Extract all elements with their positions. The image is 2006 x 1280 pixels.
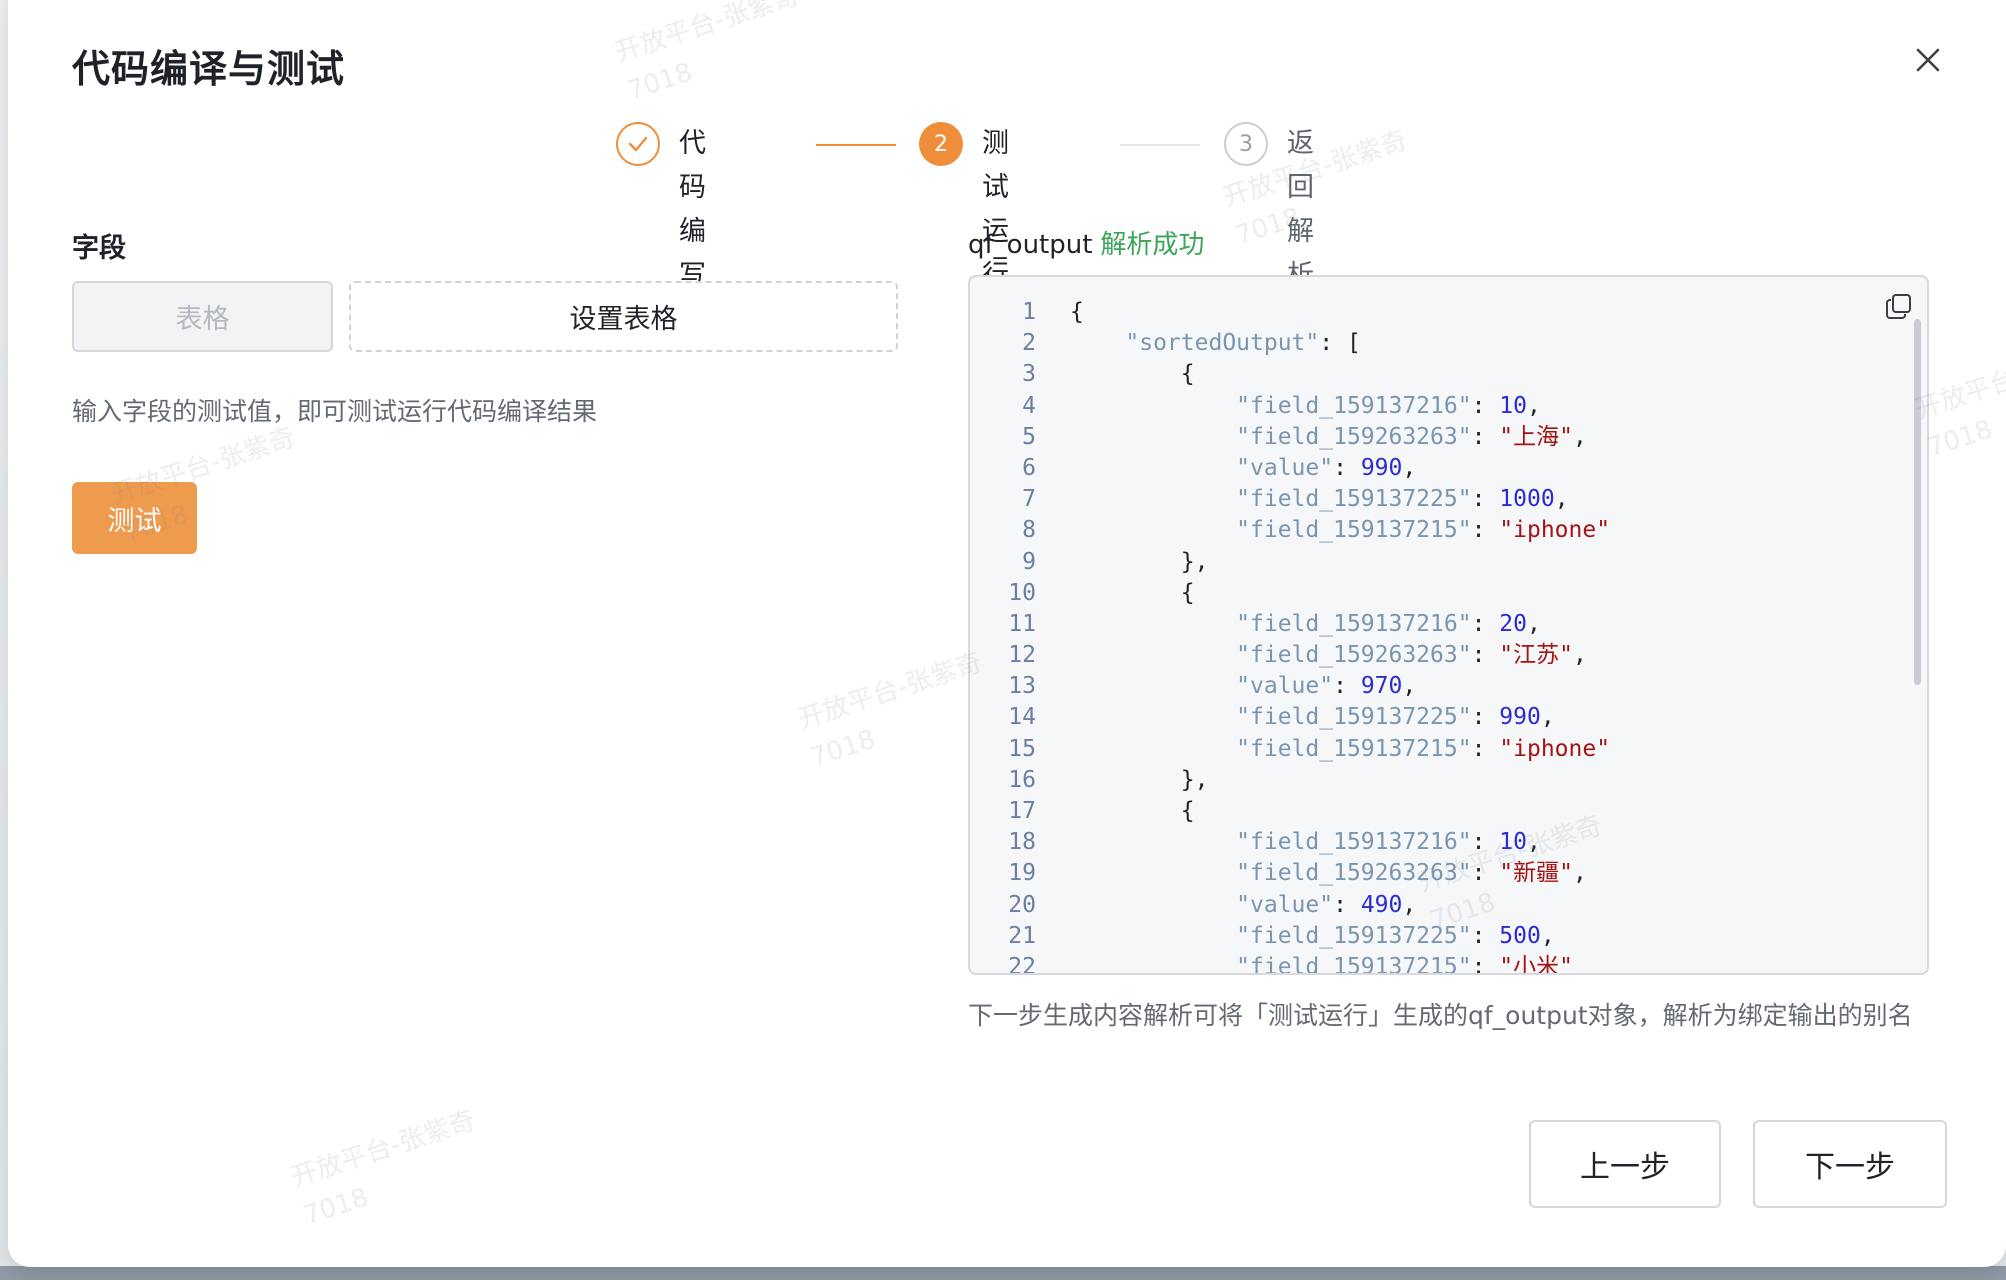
test-button[interactable]: 测试 [72, 482, 197, 554]
line-number: 18 [1008, 829, 1036, 856]
line-number: 10 [1008, 579, 1036, 606]
field-section-label: 字段 [72, 233, 126, 264]
step-3-number: 3 [1224, 122, 1268, 166]
step-2-label: 测试运行 [982, 128, 1009, 291]
prev-step-button[interactable]: 上一步 [1529, 1120, 1721, 1208]
copy-icon[interactable] [1884, 291, 1914, 321]
code-text: "field_159263263": "江苏", [1236, 642, 1587, 669]
line-number: 20 [1008, 891, 1036, 918]
field-type-box: 表格 [72, 281, 333, 352]
code-text: { [1180, 361, 1195, 388]
code-text: "field_159137215": "iphone" [1236, 517, 1611, 544]
code-text: }, [1180, 766, 1209, 793]
code-compile-dialog: 代码编译与测试 代码编写 2 测试运行 3 返回解析 字段 表格 设置表格 输入… [8, 0, 2006, 1267]
step-connector-1 [816, 144, 896, 146]
line-number: 8 [1022, 517, 1036, 544]
watermark: 开放平台-张紫奇7018 [287, 1105, 479, 1232]
code-viewer[interactable]: 1 {2 "sortedOutput": [ 3 {4 "field_1591372… [968, 275, 1929, 975]
code-text: "value": 970, [1236, 673, 1417, 700]
close-button[interactable] [1908, 40, 1948, 80]
code-text: "field_159137216": 10, [1236, 392, 1541, 419]
code-text: "field_159263263": "新疆", [1236, 860, 1587, 887]
step-2-number: 2 [919, 122, 963, 166]
code-text: "field_159137216": 20, [1236, 610, 1541, 637]
code-text: "field_159137225": 990, [1236, 704, 1555, 731]
line-number: 2 [1022, 330, 1036, 357]
code-text: { [1180, 798, 1195, 824]
code-text: "field_159263263": "上海", [1236, 423, 1587, 450]
line-number: 4 [1022, 392, 1036, 419]
dialog-title: 代码编译与测试 [72, 47, 346, 91]
line-number: 17 [1008, 798, 1036, 824]
code-text: "field_159137216": 10, [1236, 829, 1541, 856]
code-text: "value": 990, [1236, 454, 1417, 481]
next-step-button[interactable]: 下一步 [1753, 1120, 1947, 1208]
code-text: "field_159137215": "小米" [1236, 953, 1573, 975]
code-text: }, [1180, 548, 1209, 575]
line-number: 14 [1008, 704, 1036, 731]
set-table-button[interactable]: 设置表格 [349, 281, 898, 352]
next-step-note: 下一步生成内容解析可将「测试运行」生成的qf_output对象，解析为绑定输出的… [968, 1001, 1913, 1030]
code-text: "sortedOutput": [ [1125, 330, 1361, 357]
code-text: "field_159137225": 500, [1236, 922, 1555, 949]
line-number: 11 [1008, 610, 1036, 637]
code-text: { [1180, 579, 1195, 606]
line-number: 7 [1022, 486, 1036, 513]
code-text: "field_159137215": "iphone" [1236, 735, 1611, 762]
line-number: 15 [1008, 735, 1036, 762]
line-number: 3 [1022, 361, 1036, 388]
code-text: "value": 490, [1236, 891, 1417, 918]
close-icon [1916, 48, 1940, 72]
line-number: 9 [1022, 548, 1036, 575]
line-number: 5 [1022, 423, 1036, 450]
parse-status: 解析成功 [1100, 230, 1205, 260]
test-hint: 输入字段的测试值，即可测试运行代码编译结果 [72, 397, 598, 426]
code-text: "field_159137225": 1000, [1236, 486, 1569, 513]
line-number: 22 [1008, 953, 1036, 975]
line-number: 13 [1008, 673, 1036, 700]
line-number: 21 [1008, 922, 1036, 949]
code-text: { [1070, 299, 1084, 325]
watermark: 开放平台-张紫奇7018 [611, 0, 803, 107]
output-header: qf_output 解析成功 [968, 224, 1204, 261]
step-connector-2 [1120, 144, 1200, 146]
step-1-check-icon [616, 122, 660, 166]
step-3-label: 返回解析 [1287, 128, 1314, 291]
taskbar-strip [0, 1266, 2006, 1280]
code-scrollbar[interactable] [1914, 319, 1921, 685]
line-number: 6 [1022, 454, 1036, 481]
line-number: 16 [1008, 766, 1036, 793]
line-number: 19 [1008, 860, 1036, 887]
line-number: 1 [1022, 299, 1036, 325]
output-name: qf_output [968, 230, 1093, 260]
line-number: 12 [1008, 642, 1036, 669]
step-1-label: 代码编写 [679, 128, 706, 291]
